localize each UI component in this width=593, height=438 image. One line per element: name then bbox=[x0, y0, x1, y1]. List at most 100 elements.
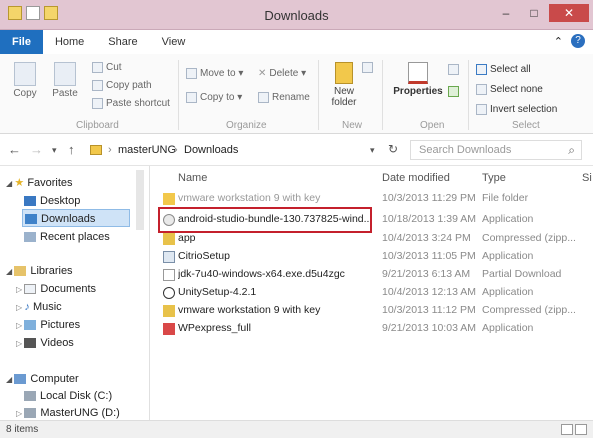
nav-music[interactable]: ▷ ♪ Music bbox=[16, 298, 62, 316]
music-icon: ♪ bbox=[24, 301, 33, 313]
column-date-modified[interactable]: Date modified bbox=[382, 172, 450, 184]
file-icon bbox=[163, 269, 175, 281]
breadcrumb-downloads[interactable]: Downloads bbox=[184, 144, 238, 156]
nav-local-disk[interactable]: Local Disk (C:) bbox=[24, 387, 112, 405]
new-group-label: New bbox=[342, 120, 363, 131]
column-type[interactable]: Type bbox=[482, 172, 506, 184]
nav-videos[interactable]: ▷ Videos bbox=[16, 334, 74, 352]
shortcut-icon bbox=[92, 98, 103, 109]
rename-button[interactable]: Rename bbox=[258, 92, 310, 103]
large-icons-view-icon[interactable] bbox=[575, 424, 587, 435]
copy-to-icon bbox=[186, 92, 197, 103]
select-all-button[interactable]: Select all bbox=[476, 64, 531, 75]
tab-file[interactable]: File bbox=[0, 30, 43, 54]
status-bar: 8 items bbox=[0, 420, 593, 438]
documents-icon bbox=[24, 284, 37, 295]
delete-button[interactable]: ✕ Delete ▾ bbox=[258, 68, 306, 79]
table-row[interactable]: CitrioSetup 10/3/2013 11:05 PM Applicati… bbox=[150, 248, 593, 266]
select-all-icon bbox=[476, 64, 487, 75]
open-button[interactable] bbox=[448, 64, 462, 75]
desktop-icon bbox=[24, 196, 36, 207]
rename-icon bbox=[258, 92, 269, 103]
copy-path-button[interactable]: Copy path bbox=[92, 80, 152, 91]
paste-shortcut-button[interactable]: Paste shortcut bbox=[92, 98, 170, 109]
new-folder-button[interactable]: New folder bbox=[324, 62, 364, 108]
ribbon: Copy Paste Cut Copy path Paste shortcut … bbox=[0, 54, 593, 134]
file-list: Name Date modified Type Si vmware workst… bbox=[150, 166, 593, 420]
folder-icon bbox=[90, 143, 102, 158]
item-count: 8 items bbox=[6, 424, 39, 435]
history-icon bbox=[448, 86, 459, 97]
nav-desktop[interactable]: Desktop bbox=[24, 192, 80, 210]
refresh-icon[interactable]: ↻ bbox=[388, 142, 398, 156]
nav-libraries[interactable]: ◢ Libraries bbox=[6, 262, 73, 280]
nav-pictures[interactable]: ▷ Pictures bbox=[16, 316, 80, 334]
help-icon[interactable]: ? bbox=[571, 34, 585, 48]
unity-icon bbox=[163, 287, 175, 299]
drive-icon bbox=[24, 391, 36, 402]
folder-icon bbox=[163, 193, 175, 205]
folder-icon bbox=[335, 62, 353, 84]
organize-group-label: Organize bbox=[226, 120, 267, 131]
table-row[interactable]: vmware workstation 9 with key 10/3/2013 … bbox=[150, 302, 593, 320]
recent-locations-icon[interactable]: ▾ bbox=[52, 145, 57, 156]
nav-downloads[interactable]: Downloads bbox=[22, 209, 130, 227]
address-dropdown-icon[interactable]: ▾ bbox=[370, 145, 375, 156]
recent-places-icon bbox=[24, 232, 36, 243]
search-icon: ⌕ bbox=[568, 143, 575, 157]
column-name[interactable]: Name bbox=[178, 172, 207, 184]
address-bar: ← → ▾ ↑ › masterUNG › Downloads ▾ ↻ Sear… bbox=[0, 134, 593, 166]
drive-icon bbox=[24, 408, 37, 419]
table-row[interactable]: jdk-7u40-windows-x64.exe.d5u4zgc 9/21/20… bbox=[150, 266, 593, 284]
tab-share[interactable]: Share bbox=[96, 30, 149, 54]
downloads-icon bbox=[25, 214, 37, 225]
back-icon[interactable]: ← bbox=[8, 142, 21, 157]
select-group-label: Select bbox=[512, 120, 540, 131]
delete-icon: ✕ bbox=[258, 68, 267, 79]
chevron-up-icon[interactable]: ⌃ bbox=[554, 35, 563, 48]
zip-folder-icon bbox=[163, 233, 175, 245]
open-group-label: Open bbox=[420, 120, 445, 131]
forward-icon[interactable]: → bbox=[30, 142, 43, 157]
up-icon[interactable]: ↑ bbox=[68, 142, 75, 157]
new-item-button[interactable] bbox=[362, 62, 376, 73]
copy-to-button[interactable]: Copy to ▾ bbox=[186, 92, 242, 103]
column-size[interactable]: Si bbox=[582, 172, 592, 184]
move-to-icon bbox=[186, 68, 197, 79]
copy-path-icon bbox=[92, 80, 103, 91]
pictures-icon bbox=[24, 320, 37, 331]
zip-folder-icon bbox=[163, 305, 175, 317]
properties-button[interactable]: Properties bbox=[392, 62, 444, 97]
application-icon bbox=[163, 251, 175, 263]
nav-documents[interactable]: ▷ Documents bbox=[16, 280, 96, 298]
open-icon bbox=[448, 64, 459, 75]
move-to-button[interactable]: Move to ▾ bbox=[186, 68, 243, 79]
tab-home[interactable]: Home bbox=[43, 30, 96, 54]
nav-favorites[interactable]: ◢ ★ Favorites bbox=[6, 174, 73, 192]
nav-scrollbar[interactable] bbox=[136, 170, 144, 230]
table-row[interactable]: WPexpress_full 9/21/2013 10:03 AM Applic… bbox=[150, 320, 593, 338]
paste-button[interactable]: Paste bbox=[48, 62, 82, 99]
maximize-button[interactable]: □ bbox=[521, 4, 547, 22]
breadcrumb-masterung[interactable]: masterUNG bbox=[118, 144, 176, 156]
select-none-button[interactable]: Select none bbox=[476, 84, 543, 95]
scissors-icon bbox=[92, 62, 103, 73]
wpexpress-icon bbox=[163, 323, 175, 335]
properties-icon bbox=[408, 62, 428, 84]
tab-view[interactable]: View bbox=[150, 30, 198, 54]
nav-computer[interactable]: ◢ Computer bbox=[6, 370, 79, 388]
search-input[interactable]: Search Downloads ⌕ bbox=[410, 140, 582, 160]
new-item-icon bbox=[362, 62, 373, 73]
nav-recent-places[interactable]: Recent places bbox=[24, 228, 110, 246]
invert-selection-button[interactable]: Invert selection bbox=[476, 104, 557, 115]
table-row[interactable]: vmware workstation 9 with key 10/3/2013 … bbox=[150, 190, 593, 208]
navigation-pane: ◢ ★ Favorites Desktop Downloads Recent p… bbox=[0, 166, 150, 420]
close-button[interactable]: ✕ bbox=[549, 4, 589, 22]
videos-icon bbox=[24, 338, 37, 349]
details-view-icon[interactable] bbox=[561, 424, 573, 435]
copy-button[interactable]: Copy bbox=[12, 62, 38, 99]
cut-button[interactable]: Cut bbox=[92, 62, 122, 73]
minimize-button[interactable]: – bbox=[493, 4, 519, 22]
table-row[interactable]: UnitySetup-4.2.1 10/4/2013 12:13 AM Appl… bbox=[150, 284, 593, 302]
history-button[interactable] bbox=[448, 86, 462, 97]
